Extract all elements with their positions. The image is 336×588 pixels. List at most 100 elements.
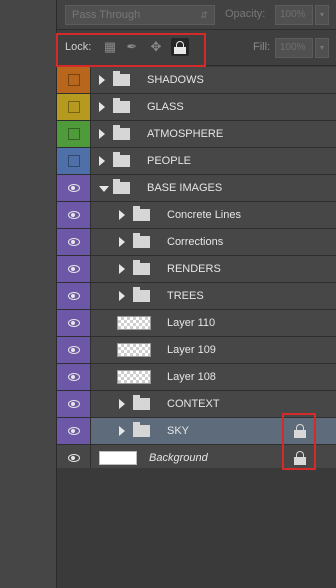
hidden-swatch-icon <box>67 101 80 113</box>
eye-icon <box>67 454 80 462</box>
layer-row[interactable]: Layer 109 <box>57 337 336 364</box>
expand-arrow-right-icon[interactable] <box>99 102 105 112</box>
eye-icon <box>67 265 80 273</box>
layer-name: Background <box>149 452 208 464</box>
eye-icon <box>67 184 80 192</box>
eye-icon <box>67 211 80 219</box>
expand-arrow-right-icon[interactable] <box>119 237 125 247</box>
visibility-toggle[interactable] <box>57 310 91 336</box>
layer-row[interactable]: Corrections <box>57 229 336 256</box>
visibility-toggle[interactable] <box>57 94 91 120</box>
layer-row[interactable]: SKY <box>57 418 336 445</box>
opacity-field[interactable]: 100% <box>275 5 313 25</box>
folder-icon <box>133 422 150 437</box>
visibility-toggle[interactable] <box>57 418 91 444</box>
visibility-toggle[interactable] <box>57 148 91 174</box>
visibility-toggle[interactable] <box>57 337 91 363</box>
visibility-toggle[interactable] <box>57 283 91 309</box>
folder-icon <box>113 125 130 140</box>
eye-icon <box>67 427 80 435</box>
folder-icon <box>113 152 130 167</box>
expand-arrow-right-icon[interactable] <box>99 75 105 85</box>
layers-panel: Pass Through ⇵ Opacity: 100% ▾ Lock: ▦ ✒… <box>57 0 336 588</box>
lock-label: Lock: <box>65 41 92 53</box>
eye-icon <box>67 319 80 327</box>
eye-icon <box>67 238 80 246</box>
layer-name: PEOPLE <box>147 155 192 167</box>
expand-arrow-down-icon[interactable] <box>99 186 109 192</box>
layer-name: SKY <box>167 425 190 437</box>
fill-dropdown-button[interactable]: ▾ <box>315 38 329 58</box>
layer-name: Layer 110 <box>167 317 216 329</box>
folder-icon <box>113 71 130 86</box>
lock-icon <box>293 424 307 438</box>
expand-arrow-right-icon[interactable] <box>119 264 125 274</box>
expand-arrow-right-icon[interactable] <box>119 426 125 436</box>
expand-arrow-right-icon[interactable] <box>119 210 125 220</box>
layer-thumbnail <box>117 316 151 330</box>
visibility-toggle[interactable] <box>57 256 91 282</box>
layer-row[interactable]: SHADOWS <box>57 67 336 94</box>
hidden-swatch-icon <box>67 128 80 140</box>
expand-arrow-right-icon[interactable] <box>119 291 125 301</box>
opacity-dropdown-button[interactable]: ▾ <box>315 5 329 25</box>
layer-row[interactable]: Layer 110 <box>57 310 336 337</box>
eye-icon <box>67 346 80 354</box>
layer-name: Corrections <box>167 236 224 248</box>
blend-mode-value: Pass Through <box>72 9 141 21</box>
chevron-updown-icon: ⇵ <box>200 10 208 20</box>
blend-mode-select[interactable]: Pass Through ⇵ <box>65 5 215 25</box>
hidden-swatch-icon <box>67 155 80 167</box>
background-thumbnail <box>99 451 137 465</box>
layer-row[interactable]: GLASS <box>57 94 336 121</box>
lock-position-icon[interactable]: ✥ <box>147 38 165 56</box>
visibility-toggle[interactable] <box>57 175 91 201</box>
expand-arrow-right-icon[interactable] <box>99 156 105 166</box>
layer-name: CONTEXT <box>167 398 220 410</box>
blend-opacity-row: Pass Through ⇵ Opacity: 100% ▾ <box>57 0 336 30</box>
visibility-toggle[interactable] <box>57 364 91 390</box>
lock-transparent-pixels-icon[interactable]: ▦ <box>101 38 119 56</box>
left-toolbar-strip <box>0 0 57 588</box>
fill-field[interactable]: 100% <box>275 38 313 58</box>
layer-row[interactable]: TREES <box>57 283 336 310</box>
lock-row: Lock: ▦ ✒ ✥ Fill: 100% ▾ <box>57 30 336 66</box>
expand-arrow-right-icon[interactable] <box>99 129 105 139</box>
folder-icon <box>113 179 130 194</box>
layer-row[interactable]: BASE IMAGES <box>57 175 336 202</box>
visibility-toggle[interactable] <box>57 202 91 228</box>
layer-thumbnail <box>117 370 151 384</box>
layer-row[interactable]: CONTEXT <box>57 391 336 418</box>
layer-name: Concrete Lines <box>167 209 241 221</box>
folder-icon <box>133 233 150 248</box>
layer-row[interactable]: PEOPLE <box>57 148 336 175</box>
visibility-toggle[interactable] <box>57 67 91 93</box>
expand-arrow-right-icon[interactable] <box>119 399 125 409</box>
eye-icon <box>67 292 80 300</box>
layer-name: TREES <box>167 290 204 302</box>
lock-image-pixels-icon[interactable]: ✒ <box>123 38 141 56</box>
visibility-toggle[interactable] <box>57 229 91 255</box>
visibility-toggle[interactable] <box>57 391 91 417</box>
layer-name: BASE IMAGES <box>147 182 223 194</box>
layer-name: ATMOSPHERE <box>147 128 224 140</box>
layer-row[interactable]: RENDERS <box>57 256 336 283</box>
layer-row[interactable]: ATMOSPHERE <box>57 121 336 148</box>
layer-name: Layer 108 <box>167 371 216 383</box>
layer-row[interactable]: Concrete Lines <box>57 202 336 229</box>
folder-icon <box>133 206 150 221</box>
lock-all-icon[interactable] <box>171 38 189 56</box>
opacity-label: Opacity: <box>225 8 266 20</box>
eye-icon <box>67 400 80 408</box>
folder-icon <box>133 287 150 302</box>
layers-list: SHADOWS GLASS ATMOSPHERE PEOPLE BASE IMAGES C… <box>57 67 336 472</box>
visibility-toggle[interactable] <box>57 121 91 147</box>
folder-icon <box>113 98 130 113</box>
layer-name: SHADOWS <box>147 74 204 86</box>
layer-row[interactable]: Layer 108 <box>57 364 336 391</box>
layers-empty-area <box>57 468 336 588</box>
layer-name: Layer 109 <box>167 344 216 356</box>
folder-icon <box>133 395 150 410</box>
lock-icon <box>293 451 307 465</box>
layer-name: RENDERS <box>167 263 221 275</box>
